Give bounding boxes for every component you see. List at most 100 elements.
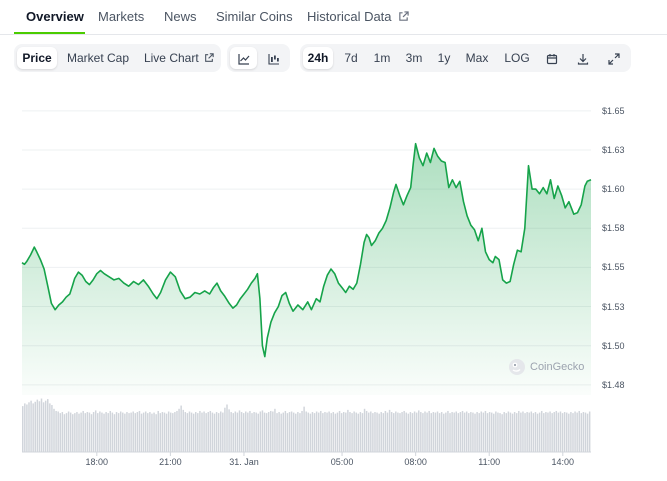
volume-bar	[572, 413, 574, 452]
volume-bar	[159, 413, 162, 452]
volume-bar	[349, 412, 351, 452]
x-tick-marks	[22, 451, 591, 456]
volume-bar	[188, 411, 191, 452]
volume-bar	[526, 412, 528, 452]
volume-bar	[424, 411, 426, 452]
volume-bar	[351, 413, 353, 452]
volume-bar	[57, 411, 59, 452]
volume-bar	[503, 412, 505, 452]
volume-bar	[430, 413, 432, 452]
volume-bar	[486, 413, 489, 452]
volume-bar	[113, 414, 116, 452]
x-tick-label: 11:00	[478, 457, 501, 467]
volume-bar	[292, 412, 295, 452]
volume-bar	[213, 413, 216, 452]
volume-bar	[220, 411, 222, 452]
y-tick-label: $1.48	[602, 379, 625, 390]
y-tick-label: $1.60	[602, 184, 625, 195]
volume-bar	[186, 413, 189, 452]
volume-bar	[445, 412, 447, 452]
volume-bar	[297, 412, 299, 452]
volume-bar	[451, 412, 453, 452]
volume-bar	[97, 413, 99, 452]
volume-bar	[474, 413, 476, 452]
volume-bar	[372, 413, 374, 452]
volume-bar	[543, 413, 545, 452]
volume-bar	[124, 413, 126, 452]
volume-bar	[568, 413, 570, 452]
volume-bar	[370, 411, 372, 452]
volume-bar	[184, 412, 187, 452]
volume-bar	[495, 411, 497, 452]
volume-bar	[388, 409, 391, 452]
volume-bar	[169, 412, 172, 452]
volume-bar	[570, 412, 572, 452]
volume-bar	[190, 412, 193, 452]
volume-bar	[507, 411, 510, 452]
volume-bar	[249, 410, 251, 452]
volume-bar	[153, 412, 155, 452]
volume-bar	[182, 409, 184, 452]
volume-bar	[163, 412, 166, 452]
volume-bar	[63, 414, 66, 452]
volume-bar	[463, 412, 466, 452]
volume-bar	[247, 412, 249, 452]
volume-bar	[476, 412, 478, 452]
x-tick-label: 14:00	[551, 457, 575, 467]
volume-bar	[134, 413, 137, 452]
volume-bar	[361, 413, 364, 452]
volume-bar	[407, 413, 410, 452]
volume-bar	[180, 405, 182, 452]
volume-bar	[436, 411, 439, 452]
volume-bar	[211, 412, 214, 452]
volume-bar	[345, 412, 347, 452]
volume-bar	[588, 411, 591, 452]
volume-bar	[524, 413, 526, 452]
volume-bar	[40, 398, 43, 452]
volume-bar	[324, 412, 326, 452]
volume-bar	[261, 410, 264, 452]
volume-bar	[115, 412, 118, 452]
volume-bar	[497, 412, 499, 452]
volume-bar	[549, 411, 551, 452]
volume-bar	[267, 412, 270, 452]
volume-bar	[582, 412, 585, 452]
volume-bar	[47, 399, 49, 452]
volume-bar	[176, 410, 178, 452]
volume-bar	[276, 413, 278, 452]
volume-bar	[420, 412, 422, 452]
volume-bar	[288, 412, 291, 452]
volume-bar	[438, 413, 441, 452]
volume-bar	[290, 411, 293, 452]
volume-bar	[326, 412, 328, 452]
x-tick-label: 18:00	[85, 457, 109, 467]
volume-bar	[553, 412, 555, 452]
volume-bar	[224, 407, 226, 452]
volume-bar	[528, 412, 530, 452]
volume-bar	[374, 412, 376, 452]
volume-bar	[238, 410, 241, 452]
volume-bar	[545, 412, 547, 452]
volume-bar	[228, 409, 230, 452]
volume-bar	[461, 410, 464, 452]
volume-bar	[320, 410, 322, 452]
volume-bar	[347, 409, 349, 452]
volume-bar	[117, 413, 120, 452]
volume-bar	[578, 410, 580, 452]
volume-bar	[384, 410, 387, 452]
volume-bar	[465, 411, 468, 452]
volume-bar	[280, 413, 282, 452]
volume-bar	[330, 413, 332, 452]
volume-bar	[99, 411, 101, 452]
volume-bar	[251, 413, 253, 452]
volume-bar	[59, 413, 61, 452]
volume-bar	[205, 413, 207, 452]
volume-bar	[559, 411, 562, 452]
volume-bar	[386, 412, 389, 452]
volume-bar	[38, 401, 41, 452]
price-area	[22, 143, 591, 395]
volume-bar	[409, 412, 412, 452]
volume-bar	[342, 412, 345, 452]
x-tick-label: 05:00	[330, 457, 354, 467]
volume-bar	[353, 411, 355, 452]
